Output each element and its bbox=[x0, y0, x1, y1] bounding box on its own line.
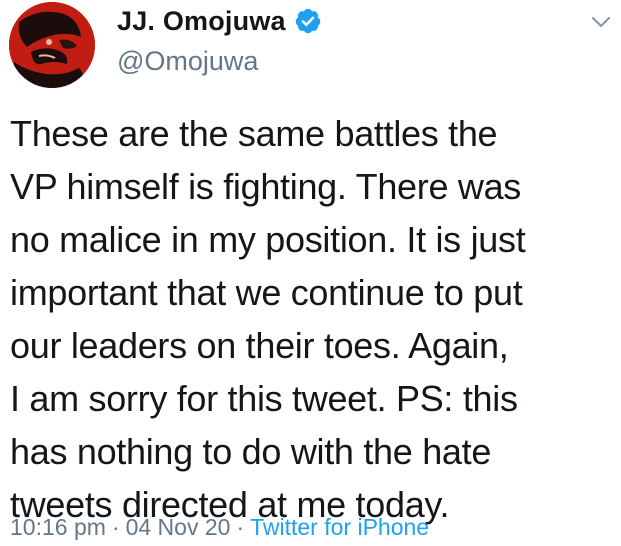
tweet-card: JJ. Omojuwa @Omojuwa These are the same … bbox=[0, 0, 621, 546]
tweet-text: These are the same battles the VP himsel… bbox=[10, 113, 526, 525]
tweet-meta: 10:16 pm · 04 Nov 20 · Twitter for iPhone bbox=[10, 514, 429, 541]
author-name-row[interactable]: JJ. Omojuwa bbox=[117, 4, 322, 38]
tweet-source-link[interactable]: Twitter for iPhone bbox=[250, 514, 429, 540]
avatar-image bbox=[9, 2, 95, 88]
meta-separator: · bbox=[236, 514, 245, 540]
meta-separator: · bbox=[111, 514, 120, 540]
verified-badge-icon bbox=[295, 8, 320, 34]
tweet-date[interactable]: 04 Nov 20 bbox=[126, 514, 231, 540]
avatar[interactable] bbox=[9, 2, 95, 88]
display-name[interactable]: JJ. Omojuwa bbox=[117, 6, 286, 37]
tweet-time[interactable]: 10:16 pm bbox=[10, 514, 106, 540]
author-handle[interactable]: @Omojuwa bbox=[117, 46, 258, 77]
chevron-down-icon[interactable] bbox=[590, 14, 612, 30]
